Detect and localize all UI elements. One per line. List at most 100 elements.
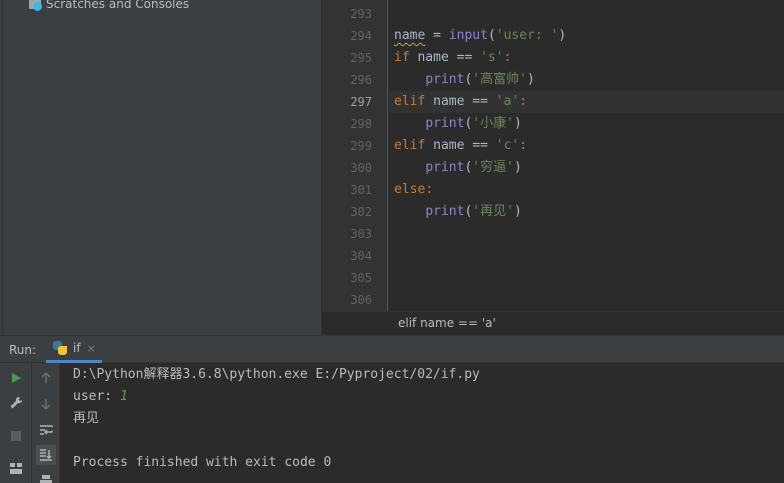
code-token: '小康' [472,116,514,131]
code-line-300[interactable]: print('穷逼') [394,157,522,179]
code-line-294[interactable]: name = input('user: ') [394,25,566,47]
wrench-icon [10,396,23,409]
run-tool-header: Run: if × [0,335,784,363]
code-token: ) [513,204,522,219]
code-token: name [394,28,426,43]
tree-item-label: Scratches and Consoles [46,0,190,11]
layout-icon [10,463,22,474]
code-token: ) [526,72,535,87]
console-prompt: user: [73,389,120,404]
line-number: 296 [350,73,372,87]
code-token: 's' [480,50,504,65]
code-token: if [394,50,410,65]
scroll-to-end-icon [40,449,52,461]
code-token: print [425,116,465,131]
python-icon [53,341,67,355]
run-tab-if[interactable]: if × [46,336,102,363]
code-token: : [519,94,528,109]
line-number-current: 297 [350,95,372,109]
code-token: '穷逼' [472,160,514,175]
code-token: name == [409,50,481,65]
line-number: 294 [350,29,372,43]
code-token: elif [394,94,426,109]
breadcrumb-item[interactable]: elif name == 'a' [398,316,496,330]
code-token: ) [558,28,567,43]
project-panel: Scratches and Consoles [0,0,322,335]
line-number: 300 [350,161,372,175]
breadcrumb: elif name == 'a' [322,311,784,335]
scroll-down-button[interactable] [36,394,56,414]
code-line-298[interactable]: print('小康') [394,113,522,135]
code-token: print [425,204,465,219]
line-number: 302 [350,205,372,219]
code-token: ) [513,160,522,175]
code-line-301[interactable]: else: [394,179,433,201]
play-icon [12,373,21,383]
soft-wrap-button[interactable] [36,420,56,440]
scroll-to-end-button[interactable] [36,445,56,465]
code-token: elif [394,138,426,153]
console-input-line: user: 1 [73,386,128,408]
code-token: : [425,182,434,197]
line-number: 301 [350,183,372,197]
code-token: 'a' [495,94,520,109]
code-token: : [503,50,512,65]
code-token: print [425,72,465,87]
run-toolbar-primary [0,363,32,483]
code-token: ( [487,28,496,43]
line-number: 298 [350,117,372,131]
code-token: '再见' [472,204,514,219]
line-number: 303 [350,227,372,241]
code-token: print [425,160,465,175]
arrow-down-icon [41,399,51,410]
console-user-input: 1 [119,389,128,404]
run-title: Run: [9,343,37,357]
line-number: 304 [350,249,372,263]
editor-gutter: 293 294 295 296 297 298 299 300 301 302 … [322,0,388,311]
stop-icon [11,431,21,441]
code-line-302[interactable]: print('再见') [394,201,522,223]
line-number: 305 [350,271,372,285]
tree-item-scratches[interactable]: Scratches and Consoles [28,0,189,13]
soft-wrap-icon [40,425,53,435]
code-editor[interactable]: name = input('user: ') if name == 's': p… [389,0,784,311]
run-toolbar-secondary [32,363,60,483]
code-token: else [394,182,426,197]
print-icon [40,475,52,483]
code-token: input [448,28,488,43]
console-command-line: D:\Python解释器3.6.8\python.exe E:/Pyprojec… [73,367,480,382]
console-exit-line: Process finished with exit code 0 [73,455,332,470]
code-token: 'user: ' [495,28,559,43]
code-line-297[interactable]: elif name == 'a': [394,91,527,113]
code-token: : [519,138,528,153]
layout-button[interactable] [6,458,26,478]
console-output-line: 再见 [73,411,100,426]
print-button[interactable] [36,471,56,483]
code-token: ) [513,116,522,131]
line-number: 299 [350,139,372,153]
line-number: 293 [350,7,372,21]
code-token: name == [425,94,496,109]
scratches-icon [28,0,42,11]
code-token: 'c' [495,138,520,153]
arrow-up-icon [41,372,51,383]
left-tool-strip [0,0,3,335]
rerun-button[interactable] [6,368,26,388]
run-tab-label: if [73,341,81,355]
modify-config-button[interactable] [6,393,26,413]
line-number: 306 [350,293,372,307]
code-token: '高富帅' [472,72,527,87]
code-line-295[interactable]: if name == 's': [394,47,511,69]
code-line-299[interactable]: elif name == 'c': [394,135,527,157]
scroll-up-button[interactable] [36,368,56,388]
line-number: 295 [350,51,372,65]
code-line-296[interactable]: print('高富帅') [394,69,535,91]
close-icon[interactable]: × [87,342,96,355]
run-console[interactable]: D:\Python解释器3.6.8\python.exe E:/Pyprojec… [61,363,784,483]
stop-button[interactable] [6,426,26,446]
code-token: = [425,28,449,43]
